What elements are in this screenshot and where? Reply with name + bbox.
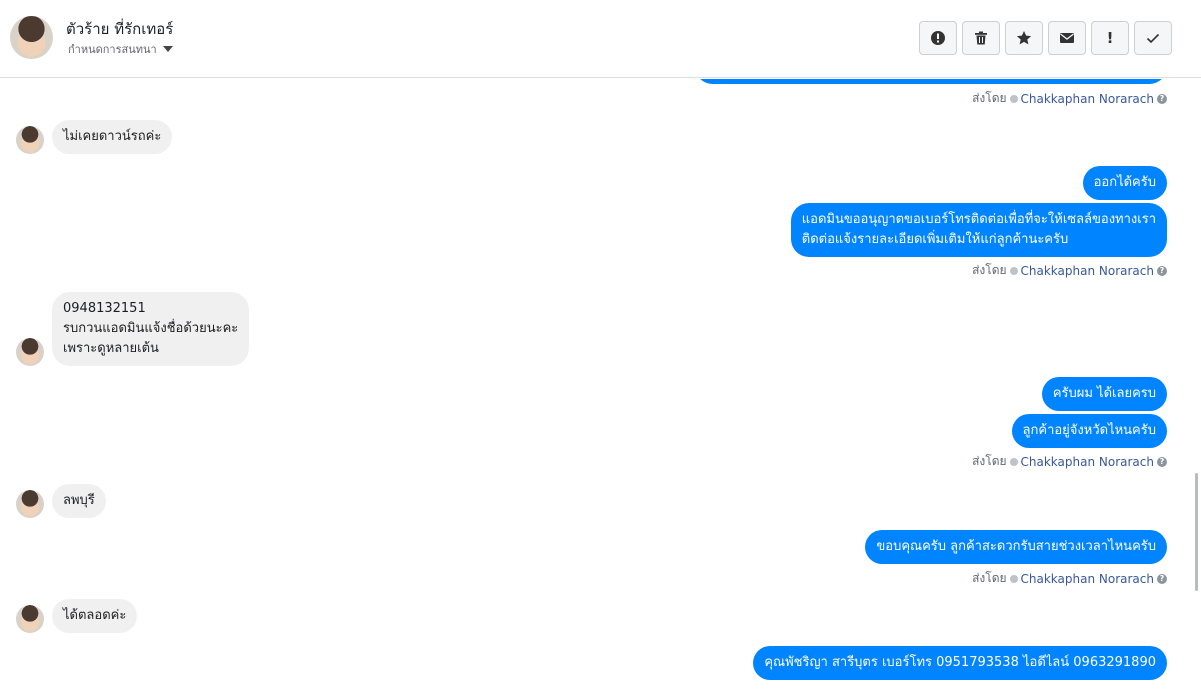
- message-incoming: ได้ตลอดค่ะ: [16, 599, 138, 633]
- contact-avatar-small: [16, 605, 44, 633]
- contact-avatar-small: [16, 126, 44, 154]
- contact-avatar-small: [16, 490, 44, 518]
- verified-icon: [1009, 574, 1018, 583]
- assign-conversation-dropdown[interactable]: กำหนดการสนทนา: [68, 40, 173, 58]
- help-icon[interactable]: ?: [1157, 93, 1167, 104]
- help-icon[interactable]: ?: [1157, 573, 1167, 584]
- message-bubble-incoming: ลพบุรี: [52, 484, 106, 518]
- sent-by-line: ส่งโดย Chakkaphan Norarach ?: [972, 261, 1167, 280]
- scrollbar-thumb[interactable]: [1195, 473, 1198, 591]
- message-bubble-incoming: 0948132151 รบกวนแอดมินแจ้งชื่อด้วยนะคะ เ…: [52, 292, 250, 366]
- done-button[interactable]: [1134, 21, 1172, 55]
- help-icon[interactable]: ?: [1157, 265, 1167, 276]
- sent-by-line: ส่งโดย Chakkaphan Norarach ?: [972, 89, 1167, 108]
- message-bubble-outgoing: คุณพัชริญา สารีบุตร เบอร์โทร 0951793538 …: [753, 646, 1167, 680]
- message-bubble-outgoing-cut: [695, 79, 1167, 84]
- message-incoming: ไม่เคยดาวน์รถค่ะ: [16, 120, 173, 154]
- sent-by-label: ส่งโดย: [972, 571, 1007, 585]
- check-icon: [1146, 33, 1160, 44]
- delete-button[interactable]: [962, 21, 1000, 55]
- exclamation-icon: !: [1106, 29, 1114, 47]
- verified-icon: [1009, 266, 1018, 275]
- verified-icon: [1009, 457, 1018, 466]
- message-incoming: ลพบุรี: [16, 484, 106, 518]
- contact-name[interactable]: ตัวร้าย ที่รักเทอร์: [66, 17, 173, 41]
- message-incoming: 0948132151 รบกวนแอดมินแจ้งชื่อด้วยนะคะ เ…: [16, 292, 250, 366]
- alert-button[interactable]: [919, 21, 957, 55]
- sent-by-label: ส่งโดย: [972, 454, 1007, 468]
- sender-name-link[interactable]: Chakkaphan Norarach: [1021, 264, 1154, 278]
- help-icon[interactable]: ?: [1157, 456, 1167, 467]
- caret-down-icon: [162, 46, 173, 52]
- spam-button[interactable]: !: [1091, 21, 1129, 55]
- trash-icon: [975, 31, 987, 45]
- verified-icon: [1009, 94, 1018, 103]
- message-bubble-outgoing: ขอบคุณครับ ลูกค้าสะดวกรับสายช่วงเวลาไหนค…: [865, 530, 1167, 564]
- message-bubble-outgoing: ออกได้ครับ: [1082, 166, 1167, 200]
- contact-avatar-small: [16, 338, 44, 366]
- contact-avatar[interactable]: [10, 16, 53, 59]
- message-bubble-outgoing: แอดมินขออนุญาตขอเบอร์โทรติดต่อเพื่อที่จะ…: [790, 203, 1167, 257]
- sent-by-line: ส่งโดย Chakkaphan Norarach ?: [972, 452, 1167, 471]
- star-icon: [1016, 31, 1032, 45]
- sent-by-line: ส่งโดย Chakkaphan Norarach ?: [972, 569, 1167, 588]
- sender-name-link[interactable]: Chakkaphan Norarach: [1021, 455, 1154, 469]
- sender-name-link[interactable]: Chakkaphan Norarach: [1021, 572, 1154, 586]
- message-thread[interactable]: ส่งโดย Chakkaphan Norarach ? ไม่เคยดาวน์…: [0, 79, 1195, 692]
- message-bubble-outgoing: ลูกค้าอยู่จังหวัดไหนครับ: [1011, 414, 1167, 448]
- sender-name-link[interactable]: Chakkaphan Norarach: [1021, 92, 1154, 106]
- sent-by-label: ส่งโดย: [972, 91, 1007, 105]
- conversation-toolbar: !: [919, 21, 1172, 55]
- assign-conversation-label: กำหนดการสนทนา: [68, 43, 157, 56]
- alert-circle-icon: [931, 31, 945, 45]
- sent-by-label: ส่งโดย: [972, 263, 1007, 277]
- star-button[interactable]: [1005, 21, 1043, 55]
- message-bubble-incoming: ได้ตลอดค่ะ: [52, 599, 138, 633]
- mark-unread-button[interactable]: [1048, 21, 1086, 55]
- message-bubble-outgoing: ครับผม ได้เลยครบ: [1041, 377, 1167, 411]
- message-bubble-incoming: ไม่เคยดาวน์รถค่ะ: [52, 120, 173, 154]
- envelope-icon: [1060, 33, 1074, 43]
- conversation-header: ตัวร้าย ที่รักเทอร์ กำหนดการสนทนา !: [0, 0, 1201, 78]
